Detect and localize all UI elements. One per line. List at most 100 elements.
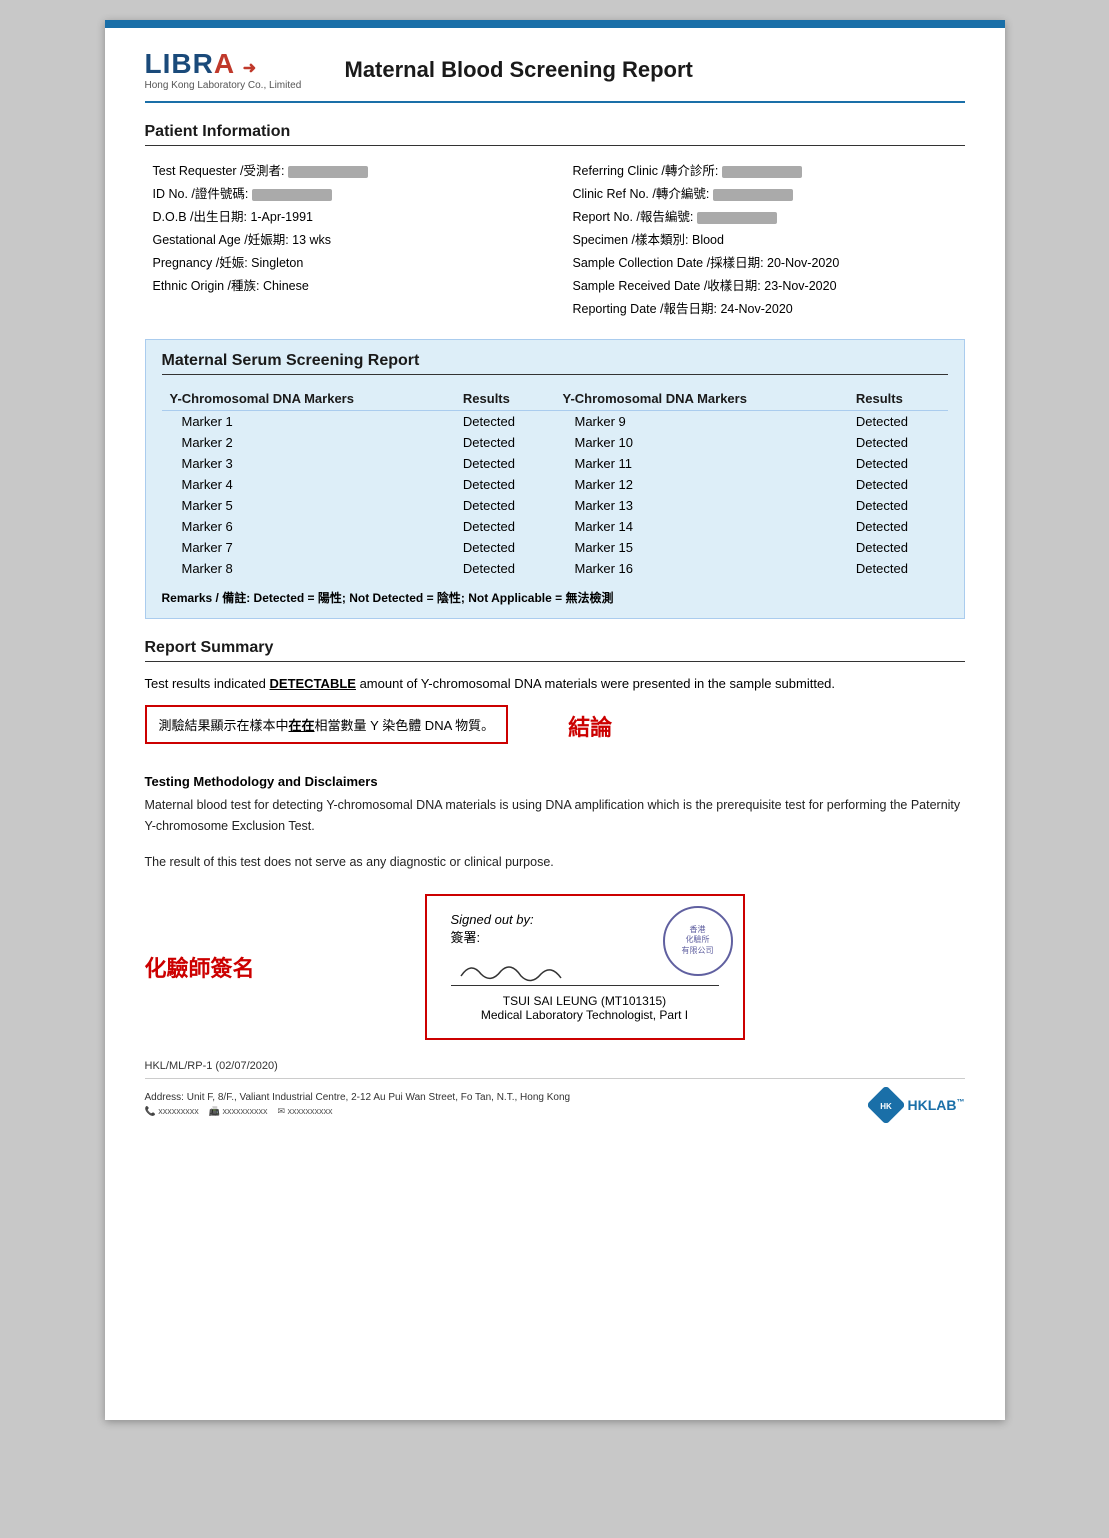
marker-result-right: Detected	[848, 495, 948, 516]
marker-name-left: Marker 5	[162, 495, 455, 516]
marker-result-left: Detected	[455, 495, 555, 516]
field-value-redacted	[697, 212, 777, 224]
report-header: LIBRA ➜ Hong Kong Laboratory Co., Limite…	[145, 48, 965, 103]
field-label: Referring Clinic /轉介診所:	[573, 164, 722, 178]
marker-result-right: Detected	[848, 411, 948, 433]
table-row: Marker 2 Detected Marker 10 Detected	[162, 432, 948, 453]
field-dob: D.O.B /出生日期: 1-Apr-1991	[145, 204, 545, 227]
col2-header: Results	[455, 387, 555, 411]
marker-name-right: Marker 14	[554, 516, 847, 537]
summary-text-after: amount of Y-chromosomal DNA materials we…	[356, 676, 835, 691]
footer-ref: HKL/ML/RP-1 (02/07/2020)	[145, 1060, 965, 1072]
field-label: Sample Collection Date /採樣日期:	[573, 256, 768, 270]
col3-header: Y-Chromosomal DNA Markers	[554, 387, 847, 411]
marker-name-left: Marker 6	[162, 516, 455, 537]
field-label: D.O.B /出生日期:	[153, 210, 251, 224]
marker-result-left: Detected	[455, 516, 555, 537]
marker-name-right: Marker 16	[554, 558, 847, 579]
marker-result-left: Detected	[455, 432, 555, 453]
marker-name-left: Marker 4	[162, 474, 455, 495]
conclusion-label: 結論	[568, 710, 612, 742]
field-gestational: Gestational Age /妊娠期: 13 wks	[145, 227, 545, 250]
remarks: Remarks / 備註: Detected = 陽性; Not Detecte…	[162, 589, 948, 606]
stamp-text: 香港化驗所有限公司	[682, 925, 714, 956]
patient-fields-left: Test Requester /受測者: ID No. /證件號碼: D.O.B…	[145, 158, 545, 319]
field-requester: Test Requester /受測者:	[145, 158, 545, 181]
marker-result-right: Detected	[848, 432, 948, 453]
top-bar	[105, 20, 1005, 28]
patient-info-section: Patient Information Test Requester /受測者:…	[145, 123, 965, 319]
report-title: Maternal Blood Screening Report	[345, 57, 693, 83]
logo-sub: Hong Kong Laboratory Co., Limited	[145, 80, 325, 91]
marker-result-right: Detected	[848, 453, 948, 474]
field-label: Ethnic Origin /種族:	[153, 279, 263, 293]
field-report-no: Report No. /報告編號:	[565, 204, 965, 227]
field-value: Singleton	[251, 256, 303, 270]
address-line: Address: Unit F, 8/F., Valiant Industria…	[145, 1092, 571, 1103]
field-value-redacted	[713, 189, 793, 201]
field-label: ID No. /證件號碼:	[153, 187, 252, 201]
contact-line: 📞 xxxxxxxxx 📠 xxxxxxxxxx ✉ xxxxxxxxxx	[145, 1106, 571, 1117]
field-label: Pregnancy /妊娠:	[153, 256, 252, 270]
field-value: 23-Nov-2020	[764, 279, 836, 293]
summary-row: 測驗結果顯示在樣本中在在相當數量 Y 染色體 DNA 物質。 結論	[145, 705, 965, 754]
methodology-section: Testing Methodology and Disclaimers Mate…	[145, 774, 965, 874]
col1-header: Y-Chromosomal DNA Markers	[162, 387, 455, 411]
table-row: Marker 8 Detected Marker 16 Detected	[162, 558, 948, 579]
marker-name-right: Marker 12	[554, 474, 847, 495]
marker-result-left: Detected	[455, 558, 555, 579]
marker-result-left: Detected	[455, 537, 555, 558]
footer-address-text: Address: Unit F, 8/F., Valiant Industria…	[145, 1092, 571, 1117]
marker-result-right: Detected	[848, 558, 948, 579]
logo-area: LIBRA ➜ Hong Kong Laboratory Co., Limite…	[145, 48, 325, 91]
email-icon: ✉	[277, 1106, 285, 1116]
field-value-redacted	[288, 166, 368, 178]
patient-fields-right: Referring Clinic /轉介診所: Clinic Ref No. /…	[565, 158, 965, 319]
field-value-redacted	[722, 166, 802, 178]
marker-result-right: Detected	[848, 474, 948, 495]
marker-name-right: Marker 13	[554, 495, 847, 516]
report-summary-section: Report Summary Test results indicated DE…	[145, 639, 965, 754]
hklab-logo: HK HKLAB™	[868, 1087, 965, 1123]
field-reporting-date: Reporting Date /報告日期: 24-Nov-2020	[565, 296, 965, 319]
field-label: Reporting Date /報告日期:	[573, 302, 721, 316]
table-row: Marker 5 Detected Marker 13 Detected	[162, 495, 948, 516]
signature-area: 化驗師簽名 香港化驗所有限公司 Signed out by: 簽署: TSUI …	[145, 894, 965, 1040]
field-label: Clinic Ref No. /轉介編號:	[573, 187, 713, 201]
methodology-title: Testing Methodology and Disclaimers	[145, 774, 965, 789]
marker-result-left: Detected	[455, 453, 555, 474]
svg-text:HK: HK	[880, 1102, 892, 1111]
methodology-text2: The result of this test does not serve a…	[145, 852, 965, 873]
field-clinic-ref: Clinic Ref No. /轉介編號:	[565, 181, 965, 204]
marker-result-right: Detected	[848, 537, 948, 558]
field-label: Test Requester /受測者:	[153, 164, 288, 178]
phone-icon: 📞	[145, 1106, 156, 1116]
patient-info-heading: Patient Information	[145, 123, 965, 146]
field-label: Gestational Age /妊娠期:	[153, 233, 293, 247]
logo-text: LIBRA ➜	[145, 48, 325, 80]
screening-section: Maternal Serum Screening Report Y-Chromo…	[145, 339, 965, 619]
field-collection-date: Sample Collection Date /採樣日期: 20-Nov-202…	[565, 250, 965, 273]
summary-text-before: Test results indicated	[145, 676, 270, 691]
screening-heading: Maternal Serum Screening Report	[162, 352, 948, 375]
footer-address-section: Address: Unit F, 8/F., Valiant Industria…	[145, 1078, 965, 1123]
signer-full-name: TSUI SAI LEUNG (MT101315)	[451, 994, 719, 1008]
field-value: 20-Nov-2020	[767, 256, 839, 270]
marker-result-right: Detected	[848, 516, 948, 537]
table-row: Marker 7 Detected Marker 15 Detected	[162, 537, 948, 558]
table-row: Marker 6 Detected Marker 14 Detected	[162, 516, 948, 537]
table-row: Marker 3 Detected Marker 11 Detected	[162, 453, 948, 474]
field-received-date: Sample Received Date /收樣日期: 23-Nov-2020	[565, 273, 965, 296]
sign-box: 香港化驗所有限公司 Signed out by: 簽署: TSUI SAI LE…	[425, 894, 745, 1040]
signed-chinese: 簽署:	[451, 930, 481, 945]
field-value: Blood	[692, 233, 724, 247]
field-label: Sample Received Date /收樣日期:	[573, 279, 765, 293]
hklab-text: HKLAB™	[908, 1097, 965, 1113]
signature-image	[451, 956, 571, 986]
field-value: Chinese	[263, 279, 309, 293]
marker-result-left: Detected	[455, 411, 555, 433]
summary-text: Test results indicated DETECTABLE amount…	[145, 674, 965, 695]
signer-name: TSUI SAI LEUNG (MT101315) Medical Labora…	[451, 994, 719, 1022]
table-row: Marker 1 Detected Marker 9 Detected	[162, 411, 948, 433]
marker-name-right: Marker 11	[554, 453, 847, 474]
